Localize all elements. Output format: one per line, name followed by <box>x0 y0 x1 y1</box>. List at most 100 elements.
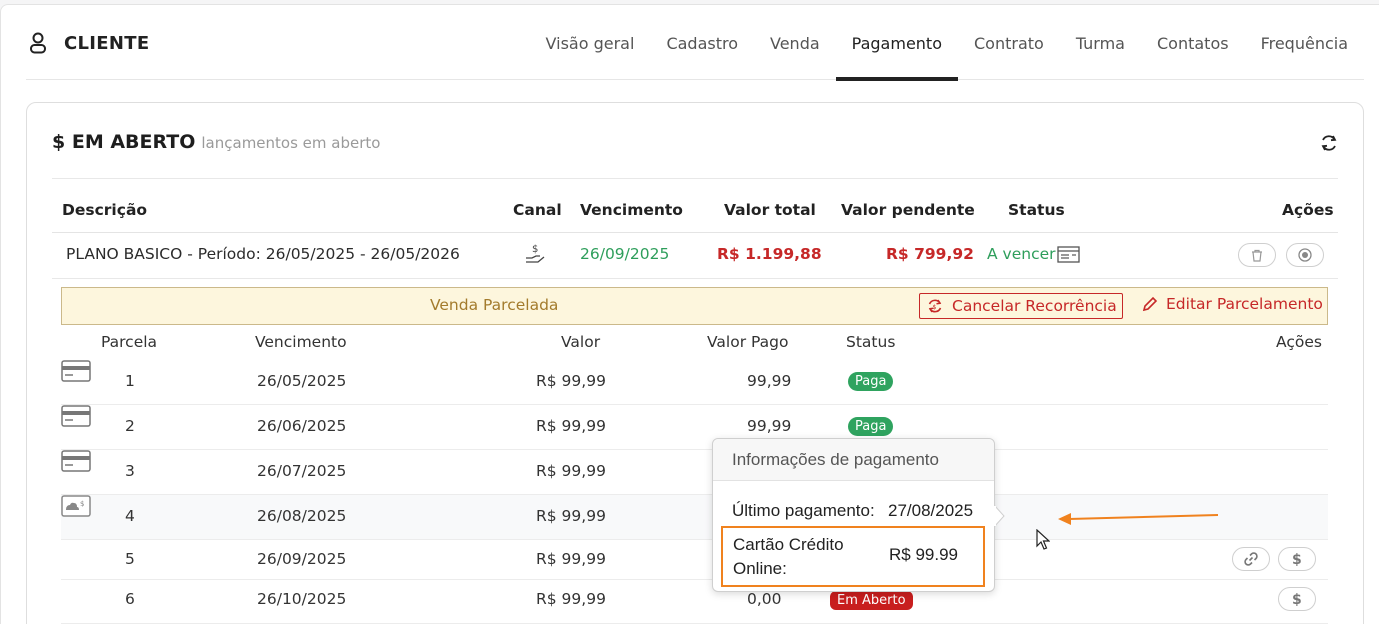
tab-pagamento[interactable]: Pagamento <box>835 22 959 81</box>
col-descricao: Descrição <box>62 201 148 219</box>
col-parcela-status: Status <box>846 333 896 351</box>
status-badge: Paga <box>848 372 894 391</box>
parcela-number: 4 <box>125 507 135 525</box>
pay-button[interactable]: $ <box>1278 587 1316 611</box>
col-acoes: Ações <box>1282 201 1334 219</box>
parcela-valor-pago: 0,00 <box>747 590 782 608</box>
dollar-icon: $ <box>1292 592 1302 607</box>
col-canal: Canal <box>513 201 562 219</box>
last-payment-value: 27/08/2025 <box>888 501 974 520</box>
popover-title: Informações de pagamento <box>713 439 994 481</box>
stop-button[interactable] <box>1286 243 1324 267</box>
invoice-icon[interactable] <box>1057 246 1080 263</box>
table-row: PLANO BASICO - Período: 26/05/2025 - 26/… <box>52 233 1338 279</box>
parcela-valor: R$ 99,99 <box>536 462 606 480</box>
svg-text:$: $ <box>933 304 937 311</box>
table-row: 3 26/07/2025 R$ 99,99 <box>61 450 1328 495</box>
parcela-number: 5 <box>125 550 135 568</box>
tabs: Visão geral Cadastro Venda Pagamento Con… <box>530 22 1364 81</box>
tab-turma[interactable]: Turma <box>1060 22 1141 80</box>
edit-installment-button[interactable]: Editar Parcelamento <box>1142 295 1323 313</box>
credit-card-icon[interactable] <box>61 360 91 382</box>
stop-circle-icon <box>1298 248 1312 262</box>
panel-title: $ EM ABERTO lançamentos em aberto <box>52 131 380 153</box>
parcela-number: 1 <box>125 372 135 390</box>
highlight-box: Cartão Crédito Online: R$ 99.99 <box>721 526 985 587</box>
divider <box>52 178 1338 179</box>
parcela-valor: R$ 99,99 <box>536 507 606 525</box>
pencil-icon <box>1142 296 1158 312</box>
dollar-icon: $ <box>1292 552 1302 567</box>
row-descricao: PLANO BASICO - Período: 26/05/2025 - 26/… <box>66 245 460 263</box>
row-valor-pendente: R$ 799,92 <box>886 245 974 263</box>
row-vencimento: 26/09/2025 <box>580 245 670 263</box>
refresh-icon[interactable] <box>1319 133 1339 153</box>
parcela-number: 3 <box>125 462 135 480</box>
tab-contrato[interactable]: Contrato <box>958 22 1060 80</box>
online-payment-icon[interactable]: $ <box>61 495 91 517</box>
col-valor-total: Valor total <box>724 201 816 219</box>
delete-button[interactable] <box>1238 243 1276 267</box>
tab-contatos[interactable]: Contatos <box>1141 22 1245 80</box>
payment-method-label-line1: Cartão Crédito <box>733 535 844 554</box>
table-header: Descrição Canal Vencimento Valor total V… <box>52 189 1338 233</box>
credit-card-icon[interactable] <box>61 405 91 427</box>
payment-link-button[interactable] <box>1232 547 1270 571</box>
svg-text:$: $ <box>80 500 84 508</box>
mouse-cursor-icon <box>1036 529 1050 550</box>
status-badge: Paga <box>848 417 894 436</box>
tab-frequencia[interactable]: Frequência <box>1245 22 1364 80</box>
parcela-valor-pago: 99,99 <box>747 372 792 390</box>
parcela-valor-pago: 99,99 <box>747 417 792 435</box>
table-row: 5 26/09/2025 R$ 99,99 $ <box>61 540 1328 580</box>
panel-title-main: $ EM ABERTO <box>52 131 196 153</box>
svg-text:$: $ <box>532 244 538 255</box>
tab-venda[interactable]: Venda <box>754 22 836 80</box>
col-vencimento: Vencimento <box>580 201 683 219</box>
user-icon <box>30 32 46 54</box>
col-parcela-valor-pago: Valor Pago <box>707 333 789 351</box>
client-title-text: CLIENTE <box>64 32 150 54</box>
payment-method-label: Cartão Crédito Online: <box>733 533 844 581</box>
pay-button[interactable]: $ <box>1278 547 1316 571</box>
parcela-vencimento: 26/08/2025 <box>257 507 347 525</box>
col-status: Status <box>1008 201 1065 219</box>
client-header: CLIENTE Visão geral Cadastro Venda Pagam… <box>26 22 1364 81</box>
installment-banner-label: Venda Parcelada <box>430 296 559 314</box>
hand-money-icon: $ <box>526 244 545 263</box>
parcela-valor: R$ 99,99 <box>536 550 606 568</box>
parcela-vencimento: 26/05/2025 <box>257 372 347 390</box>
client-title: CLIENTE <box>26 32 149 54</box>
parcela-vencimento: 26/09/2025 <box>257 550 347 568</box>
parcela-valor: R$ 99,99 <box>536 590 606 608</box>
row-status: A vencer <box>987 245 1056 263</box>
col-parcela: Parcela <box>101 333 158 351</box>
parcela-vencimento: 26/10/2025 <box>257 590 347 608</box>
installment-banner: Venda Parcelada $ Cancelar Recorrência E… <box>61 287 1328 325</box>
status-badge: Em Aberto <box>830 591 913 610</box>
col-parcela-vencimento: Vencimento <box>255 333 347 351</box>
credit-card-icon[interactable] <box>61 450 91 472</box>
last-payment-line: Último pagamento: 27/08/2025 <box>732 501 973 521</box>
payment-info-popover: Informações de pagamento Último pagament… <box>712 438 995 592</box>
recurrence-icon: $ <box>928 299 942 313</box>
payment-method-value: R$ 99.99 <box>889 545 958 564</box>
panel-subtitle: lançamentos em aberto <box>201 134 381 152</box>
parcela-vencimento: 26/06/2025 <box>257 417 347 435</box>
col-parcela-acoes: Ações <box>1276 333 1322 351</box>
parcela-valor: R$ 99,99 <box>536 417 606 435</box>
popover-arrow <box>994 505 1005 527</box>
col-valor-pendente: Valor pendente <box>841 201 975 219</box>
table-row: 2 26/06/2025 R$ 99,99 99,99 Paga <box>61 405 1328 450</box>
tab-cadastro[interactable]: Cadastro <box>650 22 754 80</box>
edit-installment-label: Editar Parcelamento <box>1166 295 1323 313</box>
row-valor-total: R$ 1.199,88 <box>717 245 822 263</box>
table-row: 6 26/10/2025 R$ 99,99 0,00 Em Aberto $ <box>61 580 1328 624</box>
cancel-recurrence-button[interactable]: $ Cancelar Recorrência <box>919 293 1123 319</box>
cancel-recurrence-label: Cancelar Recorrência <box>952 297 1117 315</box>
tab-visao-geral[interactable]: Visão geral <box>530 22 651 80</box>
parcela-number: 2 <box>125 417 135 435</box>
col-parcela-valor: Valor <box>561 333 601 351</box>
parcela-vencimento: 26/07/2025 <box>257 462 347 480</box>
parcela-valor: R$ 99,99 <box>536 372 606 390</box>
